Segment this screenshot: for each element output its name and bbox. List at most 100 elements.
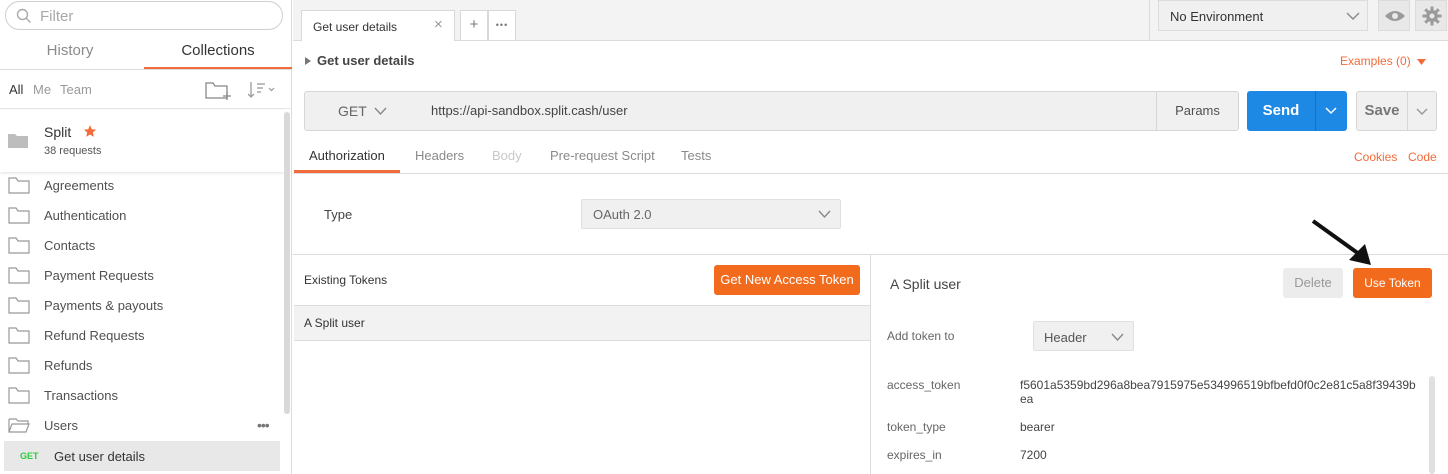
- folder-refund-requests[interactable]: Refund Requests: [0, 321, 284, 351]
- folder-icon: [8, 267, 30, 284]
- sidebar-scrollbar[interactable]: [284, 112, 290, 414]
- filter-all[interactable]: All: [9, 82, 23, 97]
- token-list-item-label: A Split user: [304, 316, 365, 330]
- url-value: https://api-sandbox.split.cash/user: [431, 103, 628, 118]
- folder-icon: [8, 387, 30, 404]
- field-key-token-type: token_type: [887, 420, 946, 434]
- folder-label: Authentication: [44, 208, 127, 223]
- sidebar: History Collections All Me Team Split 38…: [0, 0, 292, 474]
- eye-icon: [1385, 11, 1405, 21]
- cookies-link[interactable]: Cookies: [1354, 150, 1397, 164]
- folder-transactions[interactable]: Transactions: [0, 381, 284, 411]
- divider: [293, 173, 1448, 174]
- chevron-down-icon: [1346, 12, 1360, 20]
- folder-label: Payments & payouts: [44, 298, 164, 313]
- folder-icon: [8, 207, 30, 224]
- folder-refunds[interactable]: Refunds: [0, 351, 284, 381]
- filter-team[interactable]: Team: [60, 82, 92, 97]
- folder-contacts[interactable]: Contacts: [0, 231, 284, 261]
- active-tab-indicator: [294, 170, 400, 173]
- new-tab-button[interactable]: +: [460, 10, 488, 40]
- get-new-access-token-button[interactable]: Get New Access Token: [714, 265, 860, 295]
- pane-divider: [870, 255, 871, 474]
- token-list-item[interactable]: A Split user: [294, 306, 870, 340]
- new-collection-icon[interactable]: [205, 79, 231, 101]
- caret-down-icon[interactable]: [1417, 59, 1426, 65]
- collection-split[interactable]: Split 38 requests: [0, 110, 284, 172]
- folder-icon: [8, 237, 30, 254]
- field-value-access-token: f5601a5359bd296a8bea7915975e534996519bfb…: [1020, 378, 1416, 406]
- auth-type-value: OAuth 2.0: [593, 207, 652, 222]
- folder-authentication[interactable]: Authentication: [0, 201, 284, 231]
- folder-label: Payment Requests: [44, 268, 154, 283]
- search-box[interactable]: [5, 1, 283, 30]
- tab-more-button[interactable]: •••: [488, 10, 516, 40]
- field-value-token-type: bearer: [1020, 420, 1055, 434]
- folder-more-icon[interactable]: •••: [257, 417, 270, 433]
- params-button[interactable]: Params: [1156, 91, 1239, 131]
- folder-agreements[interactable]: Agreements: [0, 171, 284, 201]
- examples-link[interactable]: Examples (0): [1340, 54, 1411, 68]
- environment-value: No Environment: [1170, 9, 1264, 24]
- delete-token-button[interactable]: Delete: [1283, 268, 1343, 298]
- tab-authorization[interactable]: Authorization: [309, 148, 385, 163]
- folder-users[interactable]: Users: [0, 411, 284, 441]
- auth-type-select[interactable]: OAuth 2.0: [581, 199, 841, 229]
- sort-icon[interactable]: [248, 80, 276, 100]
- request-tab-label: Get user details: [313, 20, 398, 34]
- field-key-expires-in: expires_in: [887, 448, 942, 462]
- collection-name: Split: [44, 124, 72, 140]
- tab-pre-request-script[interactable]: Pre-request Script: [550, 148, 655, 163]
- caret-right-icon[interactable]: [305, 57, 311, 65]
- tab-tests[interactable]: Tests: [681, 148, 711, 163]
- environment-select[interactable]: No Environment: [1158, 0, 1368, 31]
- filter-me[interactable]: Me: [33, 82, 51, 97]
- send-button[interactable]: Send: [1247, 91, 1315, 131]
- search-icon: [16, 8, 31, 23]
- collection-count: 38 requests: [44, 145, 102, 157]
- settings-button[interactable]: [1415, 0, 1447, 31]
- close-icon[interactable]: ×: [434, 16, 443, 33]
- code-link[interactable]: Code: [1408, 150, 1437, 164]
- request-title[interactable]: Get user details: [317, 53, 415, 68]
- folder-label: Contacts: [44, 238, 96, 253]
- search-input[interactable]: [40, 5, 270, 27]
- chevron-down-icon: [374, 107, 387, 115]
- add-token-to-select[interactable]: Header: [1033, 321, 1134, 351]
- method-value: GET: [338, 103, 367, 119]
- folder-label: Refund Requests: [44, 328, 145, 343]
- tab-body[interactable]: Body: [492, 148, 522, 163]
- use-token-button[interactable]: Use Token: [1353, 268, 1432, 298]
- type-label: Type: [324, 207, 353, 222]
- tab-collections[interactable]: Collections: [144, 34, 292, 70]
- chevron-down-icon: [818, 210, 831, 218]
- save-options-button[interactable]: [1407, 91, 1437, 131]
- existing-tokens-label: Existing Tokens: [304, 273, 388, 287]
- gear-icon: [1422, 6, 1442, 26]
- folder-icon: [8, 297, 30, 314]
- request-item[interactable]: GET Get user details: [4, 441, 280, 471]
- tab-headers[interactable]: Headers: [415, 148, 464, 163]
- folder-label: Transactions: [44, 388, 118, 403]
- send-options-button[interactable]: [1315, 91, 1347, 131]
- folder-payments-payouts[interactable]: Payments & payouts: [0, 291, 284, 321]
- star-icon[interactable]: [83, 124, 97, 138]
- chevron-down-icon: [1325, 107, 1337, 115]
- request-name: Get user details: [54, 449, 146, 464]
- folder-icon: [8, 357, 30, 374]
- divider: [294, 340, 870, 341]
- folder-open-icon: [8, 418, 30, 433]
- folder-payment-requests[interactable]: Payment Requests: [0, 261, 284, 291]
- folder-label: Users: [44, 418, 78, 433]
- url-input[interactable]: https://api-sandbox.split.cash/user: [419, 91, 1157, 131]
- request-tab[interactable]: Get user details ×: [301, 10, 455, 41]
- chevron-down-icon: [1416, 108, 1428, 115]
- chevron-down-icon: [1111, 333, 1124, 341]
- divider: [0, 69, 292, 70]
- folder-label: Agreements: [44, 178, 115, 193]
- environment-quick-look-button[interactable]: [1378, 0, 1410, 31]
- save-button[interactable]: Save: [1356, 91, 1408, 131]
- method-select[interactable]: GET: [304, 91, 420, 131]
- token-detail-scrollbar[interactable]: [1429, 376, 1435, 474]
- tab-history[interactable]: History: [0, 34, 140, 70]
